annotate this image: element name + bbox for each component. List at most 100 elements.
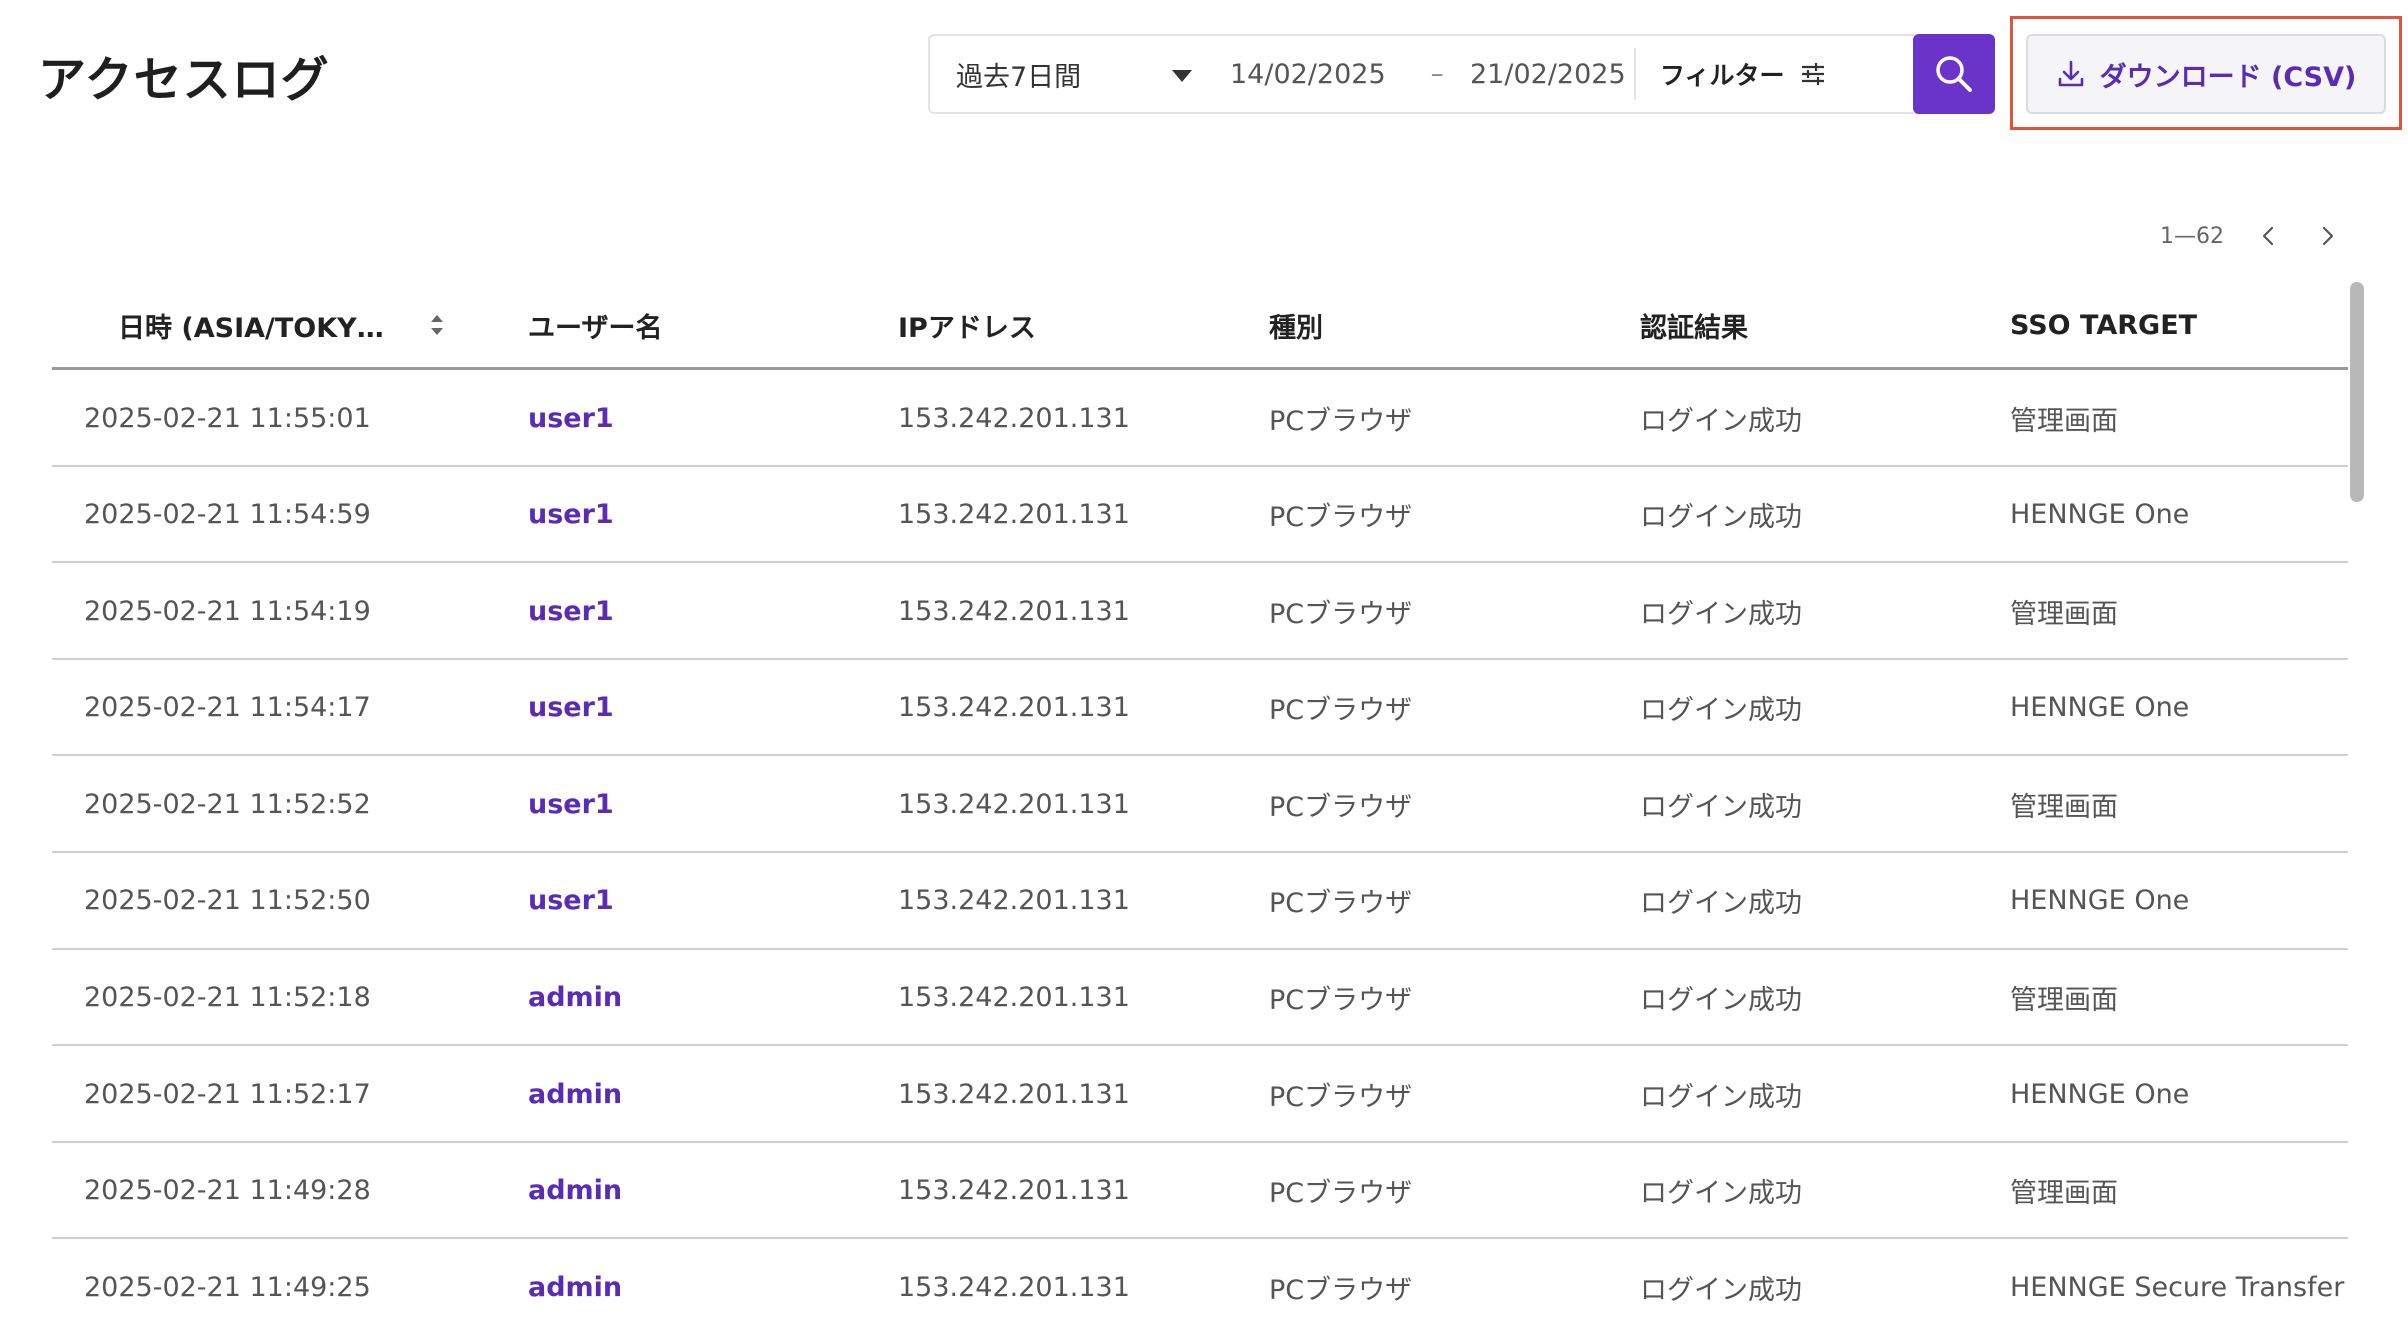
column-header-type: 種別 (1269, 312, 1323, 344)
username-link[interactable]: user1 (528, 660, 614, 756)
cell-sso-target: 管理画面 (2010, 405, 2118, 437)
cell-sso-target: HENNGE One (2010, 885, 2190, 917)
cell-ip: 153.242.201.131 (898, 1175, 1130, 1207)
table-row: 2025-02-21 11:54:59 user1 153.242.201.131 P… (52, 467, 2348, 564)
next-page-button[interactable] (2298, 224, 2356, 248)
table-row: 2025-02-21 11:54:17 user1 153.242.201.131 P… (52, 660, 2348, 757)
date-range: 14/02/2025 – 21/02/2025 (1230, 36, 1626, 112)
pagination-range: 1—62 (2160, 223, 2224, 249)
date-to-input[interactable]: 21/02/2025 (1470, 59, 1626, 90)
username-link[interactable]: user1 (528, 370, 614, 466)
cell-type: PCブラウザ (1269, 791, 1413, 823)
cell-ip: 153.242.201.131 (898, 1271, 1130, 1303)
username-link[interactable]: user1 (528, 756, 614, 852)
download-csv-button[interactable]: ダウンロード (CSV) (2026, 34, 2386, 114)
cell-auth-result: ログイン成功 (1640, 791, 1802, 823)
pagination: 1—62 (2100, 216, 2360, 256)
cell-type: PCブラウザ (1269, 888, 1413, 920)
cell-type: PCブラウザ (1269, 502, 1413, 534)
cell-type: PCブラウザ (1269, 695, 1413, 727)
cell-sso-target: HENNGE One (2010, 1078, 2190, 1110)
search-icon (1936, 56, 1972, 92)
cell-ip: 153.242.201.131 (898, 788, 1130, 820)
sliders-icon (1801, 63, 1824, 85)
cell-auth-result: ログイン成功 (1640, 1274, 1802, 1306)
cell-ip: 153.242.201.131 (898, 595, 1130, 627)
cell-type: PCブラウザ (1269, 1274, 1413, 1306)
cell-auth-result: ログイン成功 (1640, 405, 1802, 437)
chevron-left-icon (2262, 226, 2274, 246)
cell-ip: 153.242.201.131 (898, 885, 1130, 917)
cell-sso-target: HENNGE Secure Transfer ( (2010, 1271, 2348, 1303)
period-select-value: 過去7日間 (956, 61, 1082, 93)
table-row: 2025-02-21 11:55:01 user1 153.242.201.131 P… (52, 370, 2348, 467)
username-link[interactable]: user1 (528, 853, 614, 949)
table-row: 2025-02-21 11:54:19 user1 153.242.201.131 P… (52, 563, 2348, 660)
cell-ip: 153.242.201.131 (898, 402, 1130, 434)
column-header-auth-result: 認証結果 (1640, 312, 1748, 344)
table-body: 2025-02-21 11:55:01 user1 153.242.201.131 P… (52, 370, 2348, 1330)
username-link[interactable]: admin (528, 1143, 622, 1239)
cell-ip: 153.242.201.131 (898, 692, 1130, 724)
cell-ip: 153.242.201.131 (898, 982, 1130, 1014)
cell-auth-result: ログイン成功 (1640, 502, 1802, 534)
cell-auth-result: ログイン成功 (1640, 598, 1802, 630)
access-log-table: 日時 (ASIA/TOKY… ユーザー名 IPアドレス 種別 認証結果 SSO … (52, 280, 2348, 1330)
cell-sso-target: 管理画面 (2010, 598, 2118, 630)
cell-datetime: 2025-02-21 11:49:25 (84, 1271, 371, 1303)
cell-type: PCブラウザ (1269, 1081, 1413, 1113)
cell-ip: 153.242.201.131 (898, 499, 1130, 531)
cell-sso-target: HENNGE One (2010, 499, 2190, 531)
cell-type: PCブラウザ (1269, 405, 1413, 437)
username-link[interactable]: user1 (528, 563, 614, 659)
scrollbar-thumb[interactable] (2350, 282, 2364, 502)
username-link[interactable]: user1 (528, 467, 614, 563)
table-header: 日時 (ASIA/TOKY… ユーザー名 IPアドレス 種別 認証結果 SSO … (52, 280, 2348, 370)
cell-auth-result: ログイン成功 (1640, 888, 1802, 920)
period-select[interactable]: 過去7日間 (930, 36, 1230, 112)
cell-datetime: 2025-02-21 11:52:52 (84, 788, 371, 820)
cell-datetime: 2025-02-21 11:54:19 (84, 595, 371, 627)
scrollbar[interactable] (2350, 280, 2364, 1330)
table-row: 2025-02-21 11:49:28 admin 153.242.201.131 P… (52, 1143, 2348, 1240)
filter-button[interactable]: フィルター (1636, 36, 1856, 112)
filter-button-label: フィルター (1660, 61, 1785, 90)
cell-sso-target: 管理画面 (2010, 985, 2118, 1017)
table-row: 2025-02-21 11:52:18 admin 153.242.201.131 P… (52, 950, 2348, 1047)
chevron-right-icon (2322, 226, 2334, 246)
table-row: 2025-02-21 11:52:50 user1 153.242.201.131 P… (52, 853, 2348, 950)
caret-down-icon (1172, 70, 1192, 82)
cell-datetime: 2025-02-21 11:54:59 (84, 499, 371, 531)
column-header-datetime[interactable]: 日時 (ASIA/TOKY… (118, 280, 384, 370)
sort-icon[interactable] (426, 310, 448, 340)
download-icon (2058, 60, 2083, 87)
cell-sso-target: 管理画面 (2010, 1178, 2118, 1210)
table-row: 2025-02-21 11:49:25 admin 153.242.201.131 P… (52, 1239, 2348, 1330)
prev-page-button[interactable] (2240, 224, 2298, 248)
cell-type: PCブラウザ (1269, 985, 1413, 1017)
download-csv-label: ダウンロード (CSV) (2099, 61, 2357, 93)
username-link[interactable]: admin (528, 950, 622, 1046)
cell-type: PCブラウザ (1269, 598, 1413, 630)
cell-sso-target: 管理画面 (2010, 791, 2118, 823)
cell-auth-result: ログイン成功 (1640, 985, 1802, 1017)
cell-datetime: 2025-02-21 11:52:17 (84, 1078, 371, 1110)
page-title: アクセスログ (38, 52, 330, 108)
cell-sso-target: HENNGE One (2010, 692, 2190, 724)
filter-bar: 過去7日間 14/02/2025 – 21/02/2025 フィルター (928, 34, 1994, 114)
date-from-input[interactable]: 14/02/2025 (1230, 59, 1404, 90)
cell-auth-result: ログイン成功 (1640, 1081, 1802, 1113)
cell-datetime: 2025-02-21 11:52:50 (84, 885, 371, 917)
cell-datetime: 2025-02-21 11:52:18 (84, 982, 371, 1014)
cell-ip: 153.242.201.131 (898, 1078, 1130, 1110)
table-row: 2025-02-21 11:52:52 user1 153.242.201.131 P… (52, 756, 2348, 853)
date-separator: – (1430, 59, 1444, 89)
username-link[interactable]: admin (528, 1046, 622, 1142)
search-button[interactable] (1913, 34, 1995, 114)
column-header-ip: IPアドレス (898, 312, 1036, 344)
table-row: 2025-02-21 11:52:17 admin 153.242.201.131 P… (52, 1046, 2348, 1143)
username-link[interactable]: admin (528, 1239, 622, 1330)
column-header-username: ユーザー名 (528, 312, 663, 344)
cell-auth-result: ログイン成功 (1640, 1178, 1802, 1210)
column-header-sso-target: SSO TARGET (2010, 309, 2198, 341)
